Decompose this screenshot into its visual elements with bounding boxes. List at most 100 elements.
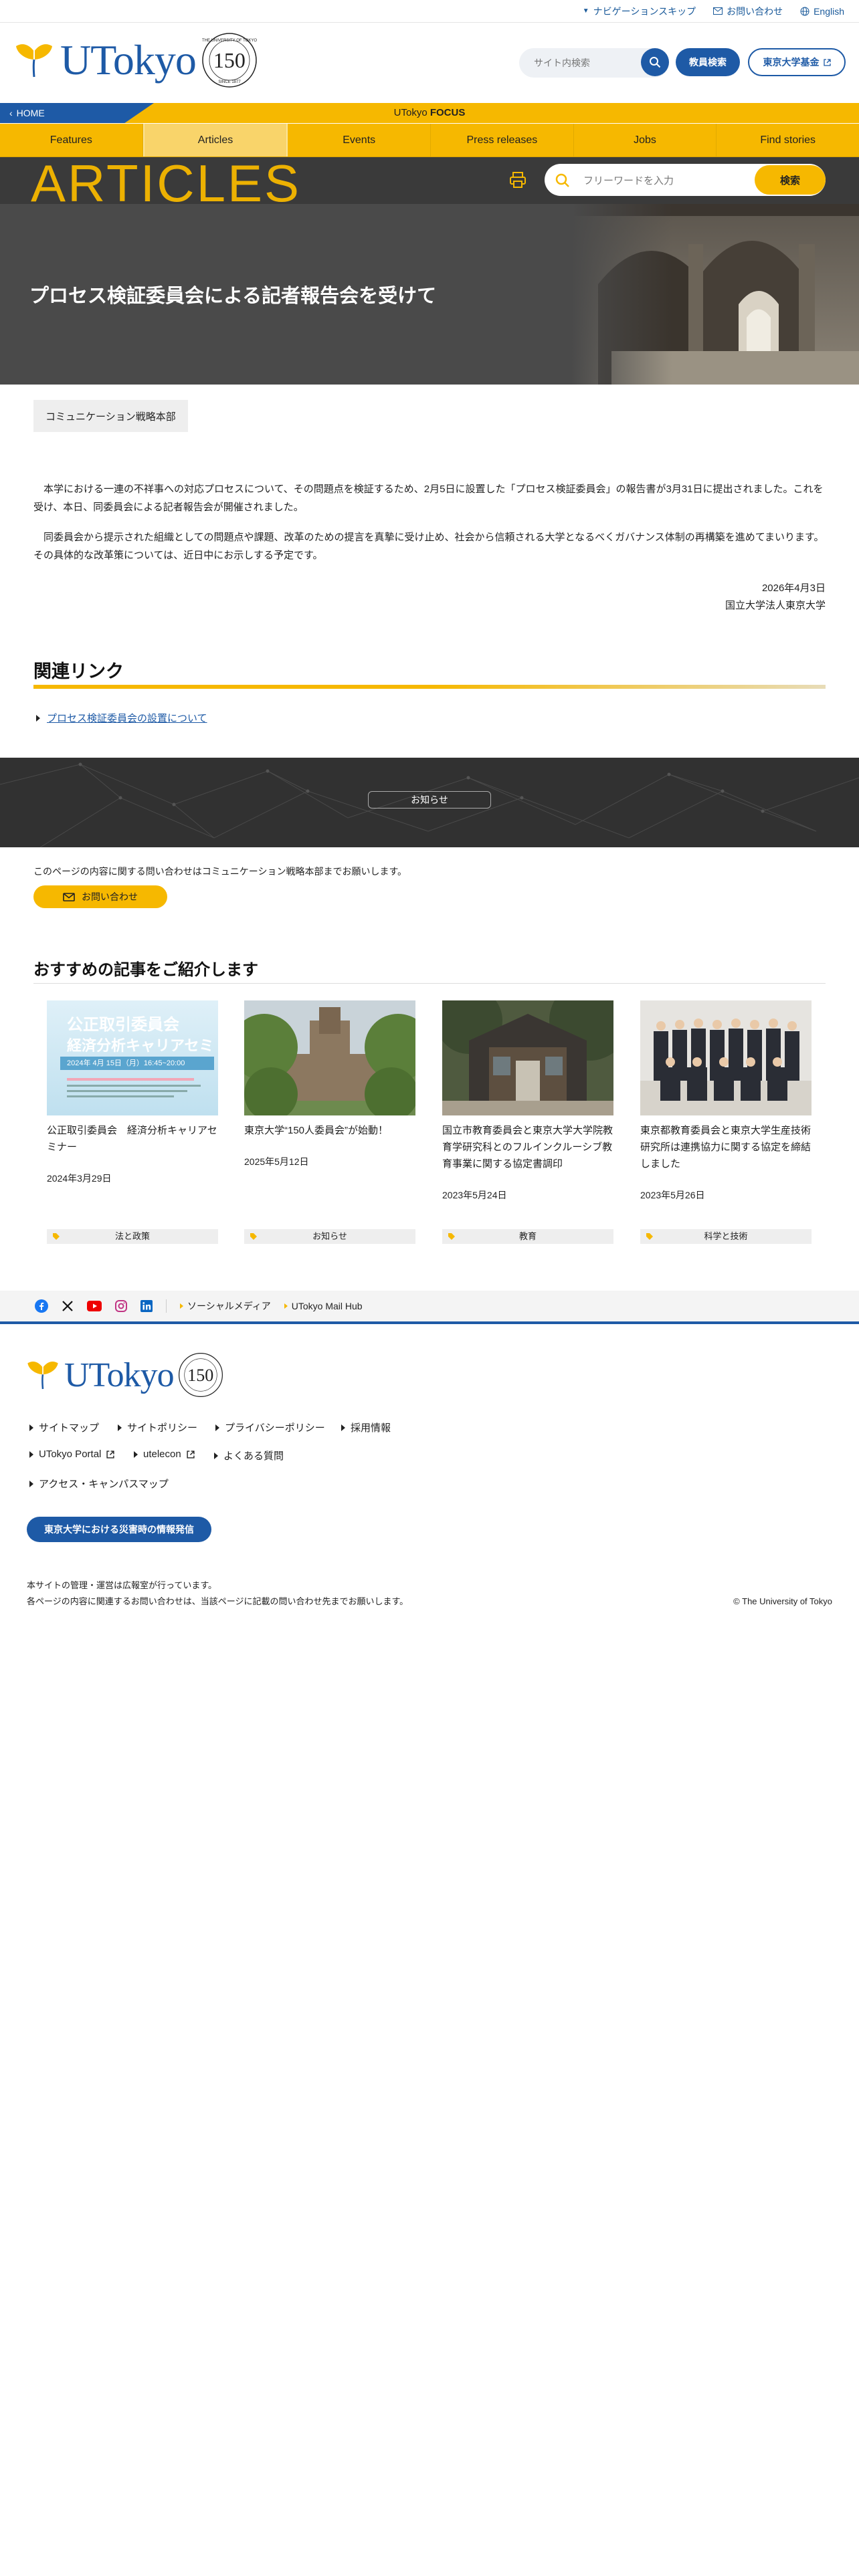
chevron-right-icon [36,714,40,722]
anniversary-number: 150 [187,1366,214,1385]
ginkgo-icon [25,1358,60,1392]
search-icon [555,173,570,188]
articles-search-placeholder: フリーワードを入力 [583,175,674,187]
focus-bold: FOCUS [430,107,466,118]
recommended-card[interactable]: 東京大学“150人委員会”が始動！ 2025年5月12日 お知らせ [244,1000,415,1244]
recommended-card[interactable]: 東京都教育委員会と東京大学生産技術研究所は連携協力に関する協定を締結しました 2… [640,1000,812,1244]
chevron-left-icon: ‹ [9,108,13,118]
related-link-label: プロセス検証委員会の設置について [47,713,207,724]
card-category-label: 教育 [518,1231,537,1241]
external-link-icon [187,1450,195,1459]
focus-strip: UTokyo FOCUS ‹ HOME [0,103,859,123]
tab-features[interactable]: Features [0,124,143,156]
notice-button[interactable]: お知らせ [368,791,491,809]
footer-logo-wordmark: UTokyo [64,1356,175,1394]
chevron-right-icon [29,1424,33,1431]
card-image [244,1000,415,1115]
chevron-right-icon [29,1480,33,1487]
articles-search-button[interactable]: 検索 [755,165,826,195]
linkedin-icon[interactable] [140,1300,153,1312]
recommended-card[interactable]: 国立市教育委員会と東京大学大学院教育学研究科とのフルインクルーシブ教育事業に関す… [442,1000,613,1244]
card-date: 2023年5月24日 [442,1190,507,1200]
chevron-right-icon [118,1424,122,1431]
youtube-icon[interactable] [87,1301,102,1311]
instagram-icon[interactable] [115,1300,127,1312]
page-title: プロセス検証委員会による記者報告会を受けて [29,286,437,307]
recommended-heading: おすすめの記事をご紹介します [33,961,258,979]
footer-note-contact: 各ページの内容に関連するお問い合わせは、当該ページに記載の問い合わせ先までお願い… [27,1596,409,1606]
fund-label: 東京大学基金 [763,57,820,68]
tab-articles[interactable]: Articles [142,124,288,156]
social-media-label: ソーシャルメディア [187,1301,271,1311]
site-search-button[interactable] [641,48,669,76]
footer-logo[interactable]: UTokyo 150 [25,1352,223,1398]
contact-label: お問い合わせ [727,5,783,17]
social-divider [166,1299,167,1313]
x-icon[interactable] [62,1300,74,1312]
footer-link-faq[interactable]: よくある質問 [214,1448,284,1463]
footer-link-label: UTokyo Portal [39,1448,102,1460]
footer-link-sitepolicy[interactable]: サイトポリシー [118,1420,197,1434]
printer-icon [508,171,527,189]
card-date: 2023年5月26日 [640,1190,705,1200]
card-image: 公正取引委員会 経済分析キャリアセミ 2024年 4月 15日（月）16:45~… [47,1000,218,1115]
footer-link-access[interactable]: アクセス・キャンパスマップ [29,1477,169,1491]
chevron-right-icon [284,1303,288,1309]
related-heading: 関連リンク [33,661,124,681]
footer-link-recruit[interactable]: 採用情報 [341,1420,391,1434]
card-category-label: 科学と技術 [704,1231,748,1241]
english-label: English [814,5,844,17]
skip-nav-link[interactable]: ▼ ナビゲーションスキップ [583,5,696,18]
notice-band: お知らせ [0,758,859,847]
footer-link-label: サイトポリシー [127,1422,198,1434]
svg-text:SINCE 1877: SINCE 1877 [218,80,241,84]
anniversary-number: 150 [213,48,246,72]
tab-find-stories[interactable]: Find stories [717,124,859,156]
facebook-icon[interactable] [35,1299,48,1313]
footer-link-privacy[interactable]: プライバシーポリシー [215,1420,325,1434]
tag-icon [646,1232,654,1241]
anniversary-150-badge: 150 [178,1352,223,1398]
related-link-committee[interactable]: プロセス検証委員会の設置について [36,711,207,725]
footer-link-sitemap[interactable]: サイトマップ [29,1420,99,1434]
logo-wordmark: UTokyo [60,36,197,84]
footer-link-utelecon[interactable]: utelecon [134,1448,195,1460]
fund-button[interactable]: 東京大学基金 [748,48,846,76]
social-bar: ソーシャルメディア UTokyo Mail Hub [0,1291,859,1321]
footer-top-border [0,1321,859,1324]
footer-link-portal[interactable]: UTokyo Portal [29,1448,114,1460]
chevron-right-icon [134,1451,138,1458]
contact-button-label: お問い合わせ [82,891,138,902]
ginkgo-icon [13,39,55,81]
tab-jobs[interactable]: Jobs [574,124,717,156]
mail-hub-link[interactable]: UTokyo Mail Hub [284,1301,363,1311]
focus-prefix: UTokyo [393,107,430,118]
recommended-card[interactable]: 公正取引委員会 経済分析キャリアセミ 2024年 4月 15日（月）16:45~… [47,1000,218,1244]
external-link-icon [823,58,831,66]
contact-button[interactable]: お問い合わせ [33,885,167,908]
utokyo-logo[interactable]: UTokyo THE UNIVERSITY OF TOKYO SINCE 187… [13,32,258,88]
disaster-info-button[interactable]: 東京大学における災害時の情報発信 [27,1517,211,1542]
faculty-search-button[interactable]: 教員検索 [676,48,740,76]
card-title: 東京都教育委員会と東京大学生産技術研究所は連携協力に関する協定を締結しました [640,1125,812,1170]
print-button[interactable] [508,171,527,189]
external-link-icon [106,1450,114,1459]
svg-text:THE UNIVERSITY OF TOKYO: THE UNIVERSITY OF TOKYO [202,39,257,43]
department-tag[interactable]: コミュニケーション戦略本部 [33,400,188,432]
tab-press-releases[interactable]: Press releases [431,124,574,156]
tab-events[interactable]: Events [288,124,432,156]
card-image [442,1000,613,1115]
card-title: 国立市教育委員会と東京大学大学院教育学研究科とのフルインクルーシブ教育事業に関す… [442,1125,613,1170]
card-title: 公正取引委員会 経済分析キャリアセミナー [47,1125,217,1153]
mail-hub-label: UTokyo Mail Hub [291,1301,363,1311]
contact-link[interactable]: お問い合わせ [713,5,783,18]
social-media-link[interactable]: ソーシャルメディア [180,1299,271,1313]
card-image-date: 2024年 4月 15日（月）16:45~20:00 [60,1057,214,1070]
utility-bar: ▼ ナビゲーションスキップ お問い合わせ English [0,0,859,23]
footer-link-label: よくある質問 [223,1451,284,1462]
english-link[interactable]: English [800,6,844,17]
footer-link-label: utelecon [143,1448,181,1460]
tag-icon [52,1232,60,1241]
chevron-right-icon [341,1424,345,1431]
article-paragraph-1: 本学における一連の不祥事への対応プロセスについて、その問題点を検証するため、2月… [33,484,824,513]
